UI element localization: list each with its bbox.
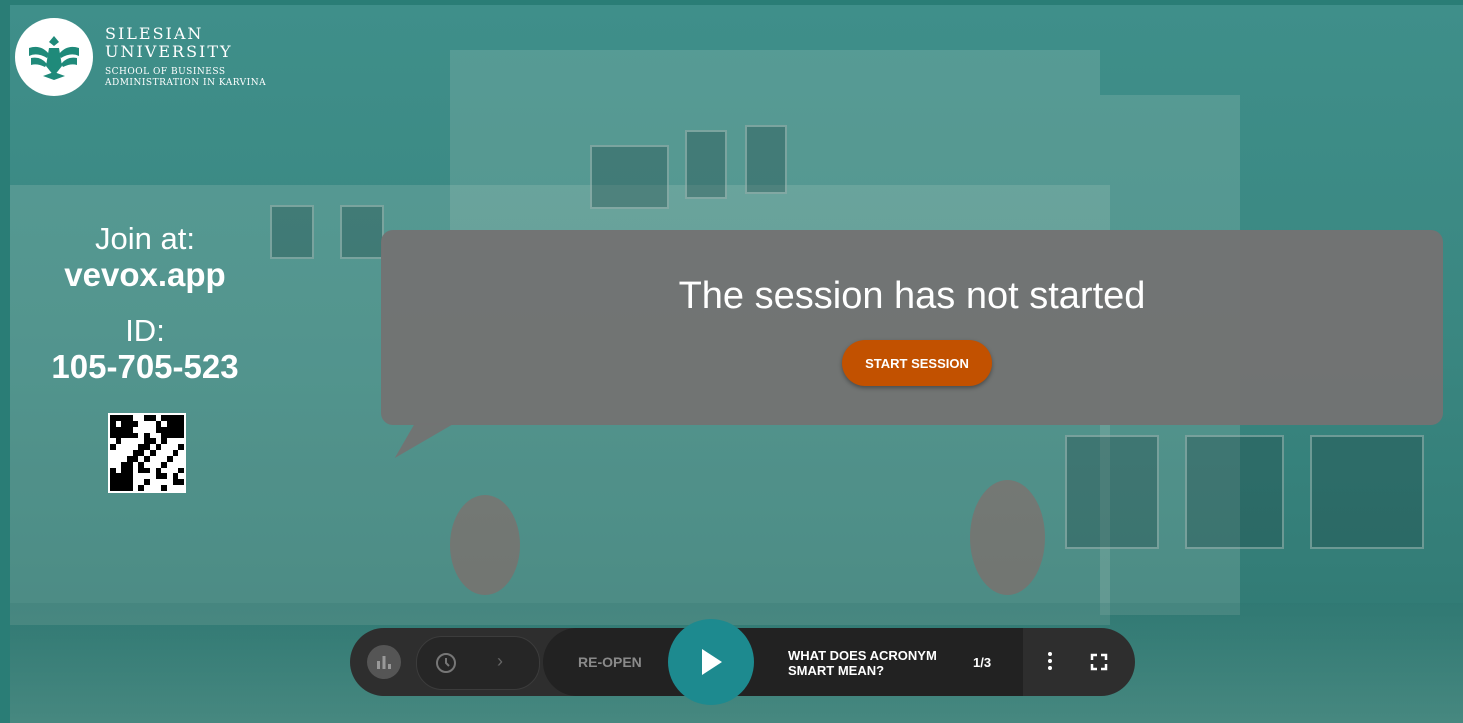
session-message-bubble: The session has not started START SESSIO… <box>381 230 1443 425</box>
window <box>1185 435 1284 549</box>
window <box>1065 435 1159 549</box>
window <box>270 205 314 259</box>
eagle-emblem-icon <box>15 18 93 96</box>
logo-sub1: SCHOOL OF BUSINESS <box>105 67 226 77</box>
more-options-icon[interactable] <box>1047 650 1053 672</box>
qr-code-icon <box>108 413 186 493</box>
join-url: vevox.app <box>64 256 226 293</box>
join-info: Join at: vevox.app ID: 105-705-523 <box>40 222 250 386</box>
play-button[interactable] <box>668 619 754 705</box>
flower-tree <box>450 495 520 595</box>
logo-line1: SILESIAN <box>105 24 204 43</box>
window <box>745 125 787 194</box>
question-segment: RE-OPEN WHAT DOES ACRONYM SMART MEAN? 1/… <box>543 628 1023 696</box>
window <box>1310 435 1424 549</box>
play-icon <box>702 649 722 675</box>
join-label: Join at: <box>95 221 195 256</box>
start-session-button[interactable]: START SESSION <box>842 340 992 386</box>
fullscreen-icon[interactable] <box>1090 653 1108 671</box>
clock-icon[interactable] <box>435 652 457 674</box>
question-title: WHAT DOES ACRONYM SMART MEAN? <box>788 648 937 678</box>
logo-sub2: ADMINISTRATION IN KARVINA <box>105 78 267 88</box>
logo-line2: UNIVERSITY <box>105 42 233 61</box>
flower-tree <box>970 480 1045 595</box>
results-chart-button[interactable] <box>367 645 401 679</box>
university-name: SILESIAN UNIVERSITY SCHOOL OF BUSINESS A… <box>105 25 266 89</box>
session-id: 105-705-523 <box>51 348 239 385</box>
window <box>590 145 669 209</box>
reopen-button[interactable]: RE-OPEN <box>578 654 642 670</box>
question-counter: 1/3 <box>973 655 992 670</box>
timer-group: › <box>416 636 540 690</box>
id-label: ID: <box>125 313 165 348</box>
session-status-text: The session has not started <box>678 275 1146 317</box>
university-logo: SILESIAN UNIVERSITY SCHOOL OF BUSINESS A… <box>15 18 266 96</box>
window <box>340 205 384 259</box>
bar-chart-icon <box>377 656 391 669</box>
chevron-right-icon[interactable]: › <box>497 651 503 672</box>
window <box>685 130 727 199</box>
